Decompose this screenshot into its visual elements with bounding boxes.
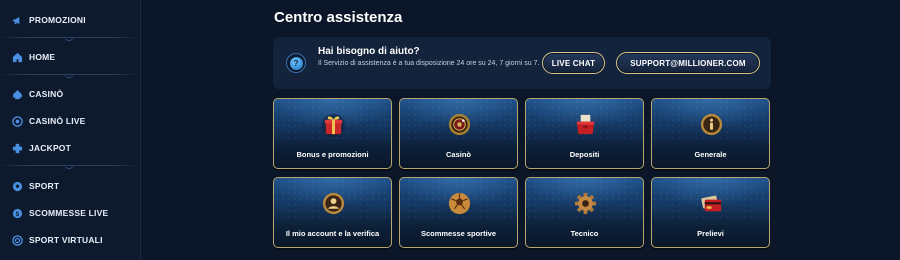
- sidebar-item-label: CASINÒ: [29, 89, 64, 99]
- credit-card-icon: [699, 191, 724, 216]
- sidebar-item-label: JACKPOT: [29, 143, 72, 153]
- card-label: Generale: [694, 150, 727, 159]
- card-label: Il mio account e la verifica: [285, 229, 380, 238]
- card-label: Scommesse sportive: [420, 229, 497, 238]
- page-title: Centro assistenza: [274, 9, 403, 26]
- home-icon: [12, 52, 23, 63]
- gift-icon: [321, 112, 346, 137]
- sidebar-item-label: SPORT VIRTUALI: [29, 235, 103, 245]
- sidebar-item-label: PROMOZIONI: [29, 15, 86, 25]
- sidebar-divider: [0, 37, 141, 41]
- help-category-card-prelievi[interactable]: Prelievi: [651, 177, 770, 248]
- sidebar-item-promozioni[interactable]: PROMOZIONI: [12, 11, 86, 29]
- gear-icon: [573, 191, 598, 216]
- sidebar-item-casino-live[interactable]: CASINÒ LIVE: [12, 112, 86, 130]
- sidebar-item-casino[interactable]: CASINÒ: [12, 85, 63, 103]
- help-banner: ? Hai bisogno di aiuto? Il Servizio di a…: [273, 37, 771, 89]
- help-category-card-depositi[interactable]: Depositi: [525, 98, 644, 169]
- wallet-icon: [573, 112, 598, 137]
- live-chat-button[interactable]: LIVE CHAT: [542, 52, 605, 74]
- help-text: Il Servizio di assistenza è a tua dispos…: [318, 60, 540, 67]
- card-label: Prelievi: [697, 229, 724, 238]
- spade-icon: [12, 89, 23, 100]
- help-category-card-scommesse[interactable]: Scommesse sportive: [399, 177, 518, 248]
- sidebar: PROMOZIONI HOME CASINÒ CASINÒ LIVE JACKP…: [0, 0, 141, 260]
- sidebar-divider: [0, 165, 141, 169]
- sidebar-item-label: SCOMMESSE LIVE: [29, 208, 109, 218]
- coin-icon: $: [12, 208, 23, 219]
- card-label: Depositi: [569, 150, 600, 159]
- sidebar-item-label: CASINÒ LIVE: [29, 116, 86, 126]
- sidebar-divider: [0, 74, 141, 78]
- card-label: Bonus e promozioni: [296, 150, 369, 159]
- account-icon: [321, 191, 346, 216]
- svg-text:$: $: [16, 210, 20, 217]
- target-icon: [12, 234, 23, 246]
- help-category-card-generale[interactable]: Generale: [651, 98, 770, 169]
- card-label: Casinò: [445, 150, 471, 159]
- info-icon: [699, 112, 724, 137]
- card-label: Tecnico: [570, 229, 599, 238]
- plus-badge-icon: [12, 143, 23, 154]
- support-email-button[interactable]: SUPPORT@MILLIONER.COM: [616, 52, 760, 74]
- question-icon: ?: [286, 53, 306, 73]
- roulette-wheel-icon: [447, 112, 472, 137]
- sidebar-item-scommesse-live[interactable]: $ SCOMMESSE LIVE: [12, 204, 108, 222]
- sidebar-item-jackpot[interactable]: JACKPOT: [12, 139, 71, 157]
- help-category-card-tecnico[interactable]: Tecnico: [525, 177, 644, 248]
- sidebar-item-label: SPORT: [29, 181, 60, 191]
- sidebar-item-sport-virtuali[interactable]: SPORT VIRTUALI: [12, 231, 103, 249]
- sidebar-item-home[interactable]: HOME: [12, 48, 55, 66]
- help-category-card-bonus[interactable]: Bonus e promozioni: [273, 98, 392, 169]
- help-title: Hai bisogno di aiuto?: [318, 46, 420, 57]
- help-category-card-account[interactable]: Il mio account e la verifica: [273, 177, 392, 248]
- help-category-card-casino[interactable]: Casinò: [399, 98, 518, 169]
- sidebar-item-sport[interactable]: SPORT: [12, 177, 59, 195]
- megaphone-icon: [12, 15, 23, 26]
- soccer-ball-icon: [12, 181, 23, 192]
- sidebar-item-label: HOME: [29, 52, 56, 62]
- roulette-icon: [12, 115, 23, 127]
- soccer-ball-icon: [447, 191, 472, 216]
